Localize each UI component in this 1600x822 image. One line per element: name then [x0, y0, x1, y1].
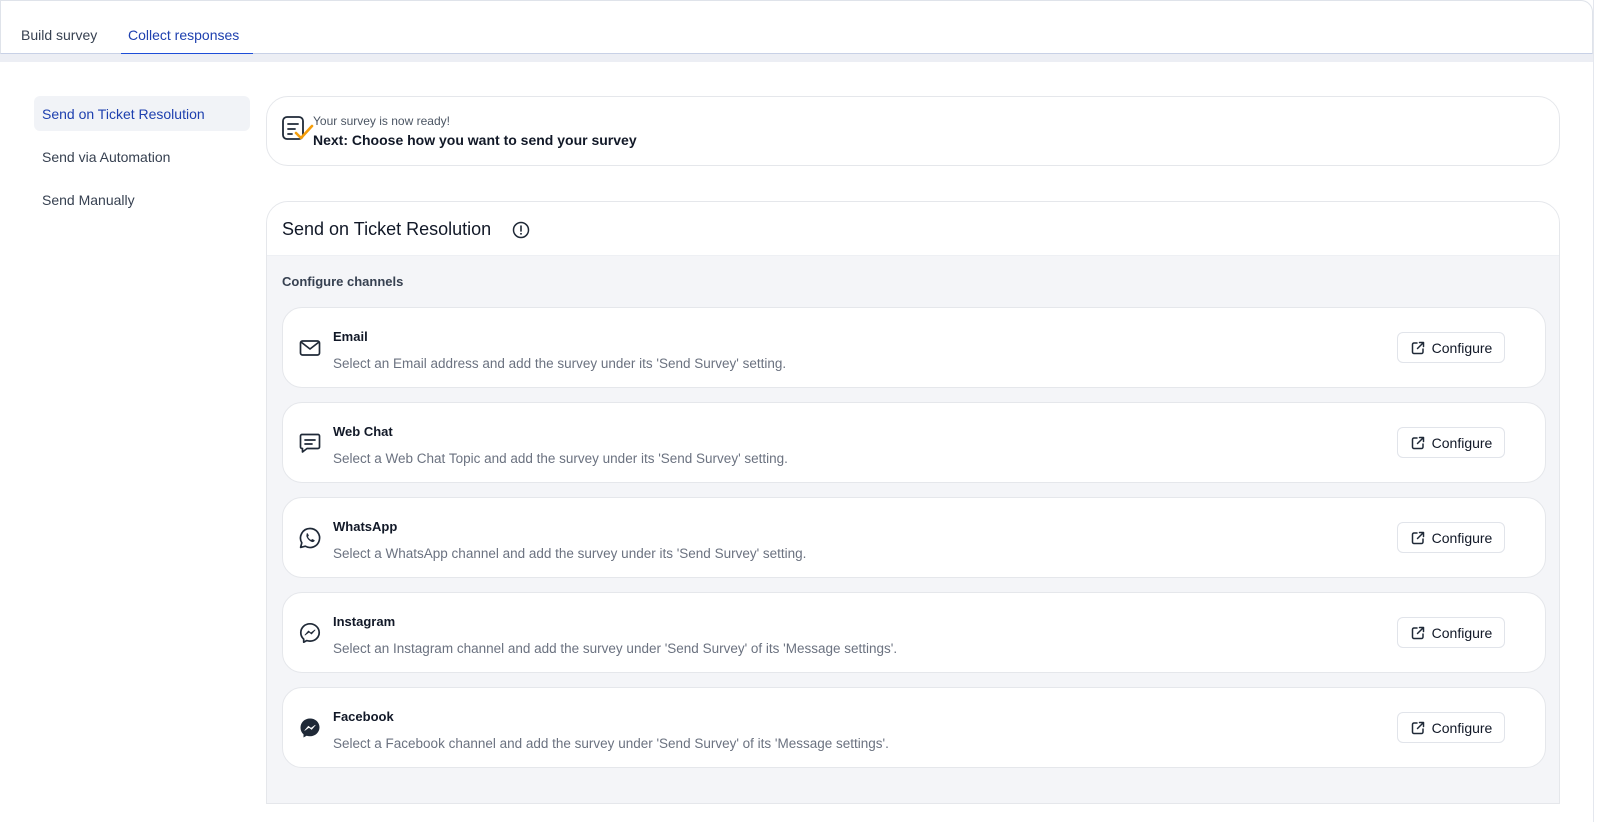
configure-whatsapp-button[interactable]: Configure — [1397, 522, 1505, 553]
configure-label: Configure — [1431, 719, 1493, 736]
whatsapp-icon — [299, 527, 321, 549]
sidebar-item-send-via-automation[interactable]: Send via Automation — [34, 139, 250, 174]
survey-check-icon — [282, 116, 314, 140]
external-link-icon — [1411, 721, 1424, 734]
channel-card-web-chat: Web Chat Select a Web Chat Topic and add… — [282, 402, 1546, 483]
channel-name: Email — [333, 329, 368, 344]
configure-email-button[interactable]: Configure — [1397, 332, 1505, 363]
page-right-edge — [1593, 0, 1600, 822]
banner-title: Next: Choose how you want to send your s… — [313, 132, 637, 148]
configure-instagram-button[interactable]: Configure — [1397, 617, 1505, 648]
top-tab-bar: Build survey Collect responses — [0, 0, 1593, 55]
configure-label: Configure — [1431, 339, 1493, 356]
header-divider-band — [0, 54, 1593, 62]
channel-description: Select a Web Chat Topic and add the surv… — [333, 451, 788, 466]
channel-description: Select a Facebook channel and add the su… — [333, 736, 889, 751]
channel-card-facebook: Facebook Select a Facebook channel and a… — [282, 687, 1546, 768]
survey-ready-banner: Your survey is now ready! Next: Choose h… — [266, 96, 1560, 166]
channel-description: Select a WhatsApp channel and add the su… — [333, 546, 807, 561]
configure-label: Configure — [1431, 624, 1493, 641]
configure-web-chat-button[interactable]: Configure — [1397, 427, 1505, 458]
configure-label: Configure — [1431, 529, 1493, 546]
external-link-icon — [1411, 341, 1424, 354]
sidebar-item-send-on-ticket-resolution[interactable]: Send on Ticket Resolution — [34, 96, 250, 131]
tab-build-survey[interactable]: Build survey — [21, 26, 97, 44]
channel-description: Select an Email address and add the surv… — [333, 356, 787, 371]
external-link-icon — [1411, 626, 1424, 639]
mail-icon — [299, 340, 321, 356]
configure-channels-label: Configure channels — [282, 274, 404, 289]
external-link-icon — [1411, 436, 1424, 449]
configure-facebook-button[interactable]: Configure — [1397, 712, 1505, 743]
banner-subtitle: Your survey is now ready! — [313, 114, 450, 128]
channel-name: Facebook — [333, 709, 394, 724]
ticket-resolution-panel: Send on Ticket Resolution Configure chan… — [266, 201, 1560, 804]
panel-header: Send on Ticket Resolution — [267, 202, 1559, 256]
channel-description: Select an Instagram channel and add the … — [333, 641, 898, 656]
sidebar-nav: Send on Ticket Resolution Send via Autom… — [34, 96, 250, 225]
external-link-icon — [1411, 531, 1424, 544]
channel-name: Web Chat — [333, 424, 393, 439]
sidebar-item-send-manually[interactable]: Send Manually — [34, 182, 250, 217]
messenger-icon — [299, 622, 321, 644]
messenger-filled-icon — [300, 718, 320, 738]
configure-label: Configure — [1431, 434, 1493, 451]
tab-collect-responses[interactable]: Collect responses — [128, 26, 239, 44]
channel-name: WhatsApp — [333, 519, 398, 534]
channel-card-instagram: Instagram Select an Instagram channel an… — [282, 592, 1546, 673]
channel-card-whatsapp: WhatsApp Select a WhatsApp channel and a… — [282, 497, 1546, 578]
chat-icon — [299, 433, 321, 453]
channel-card-email: Email Select an Email address and add th… — [282, 307, 1546, 388]
info-icon[interactable] — [512, 221, 530, 239]
panel-title: Send on Ticket Resolution — [282, 219, 492, 239]
channel-name: Instagram — [333, 614, 396, 629]
